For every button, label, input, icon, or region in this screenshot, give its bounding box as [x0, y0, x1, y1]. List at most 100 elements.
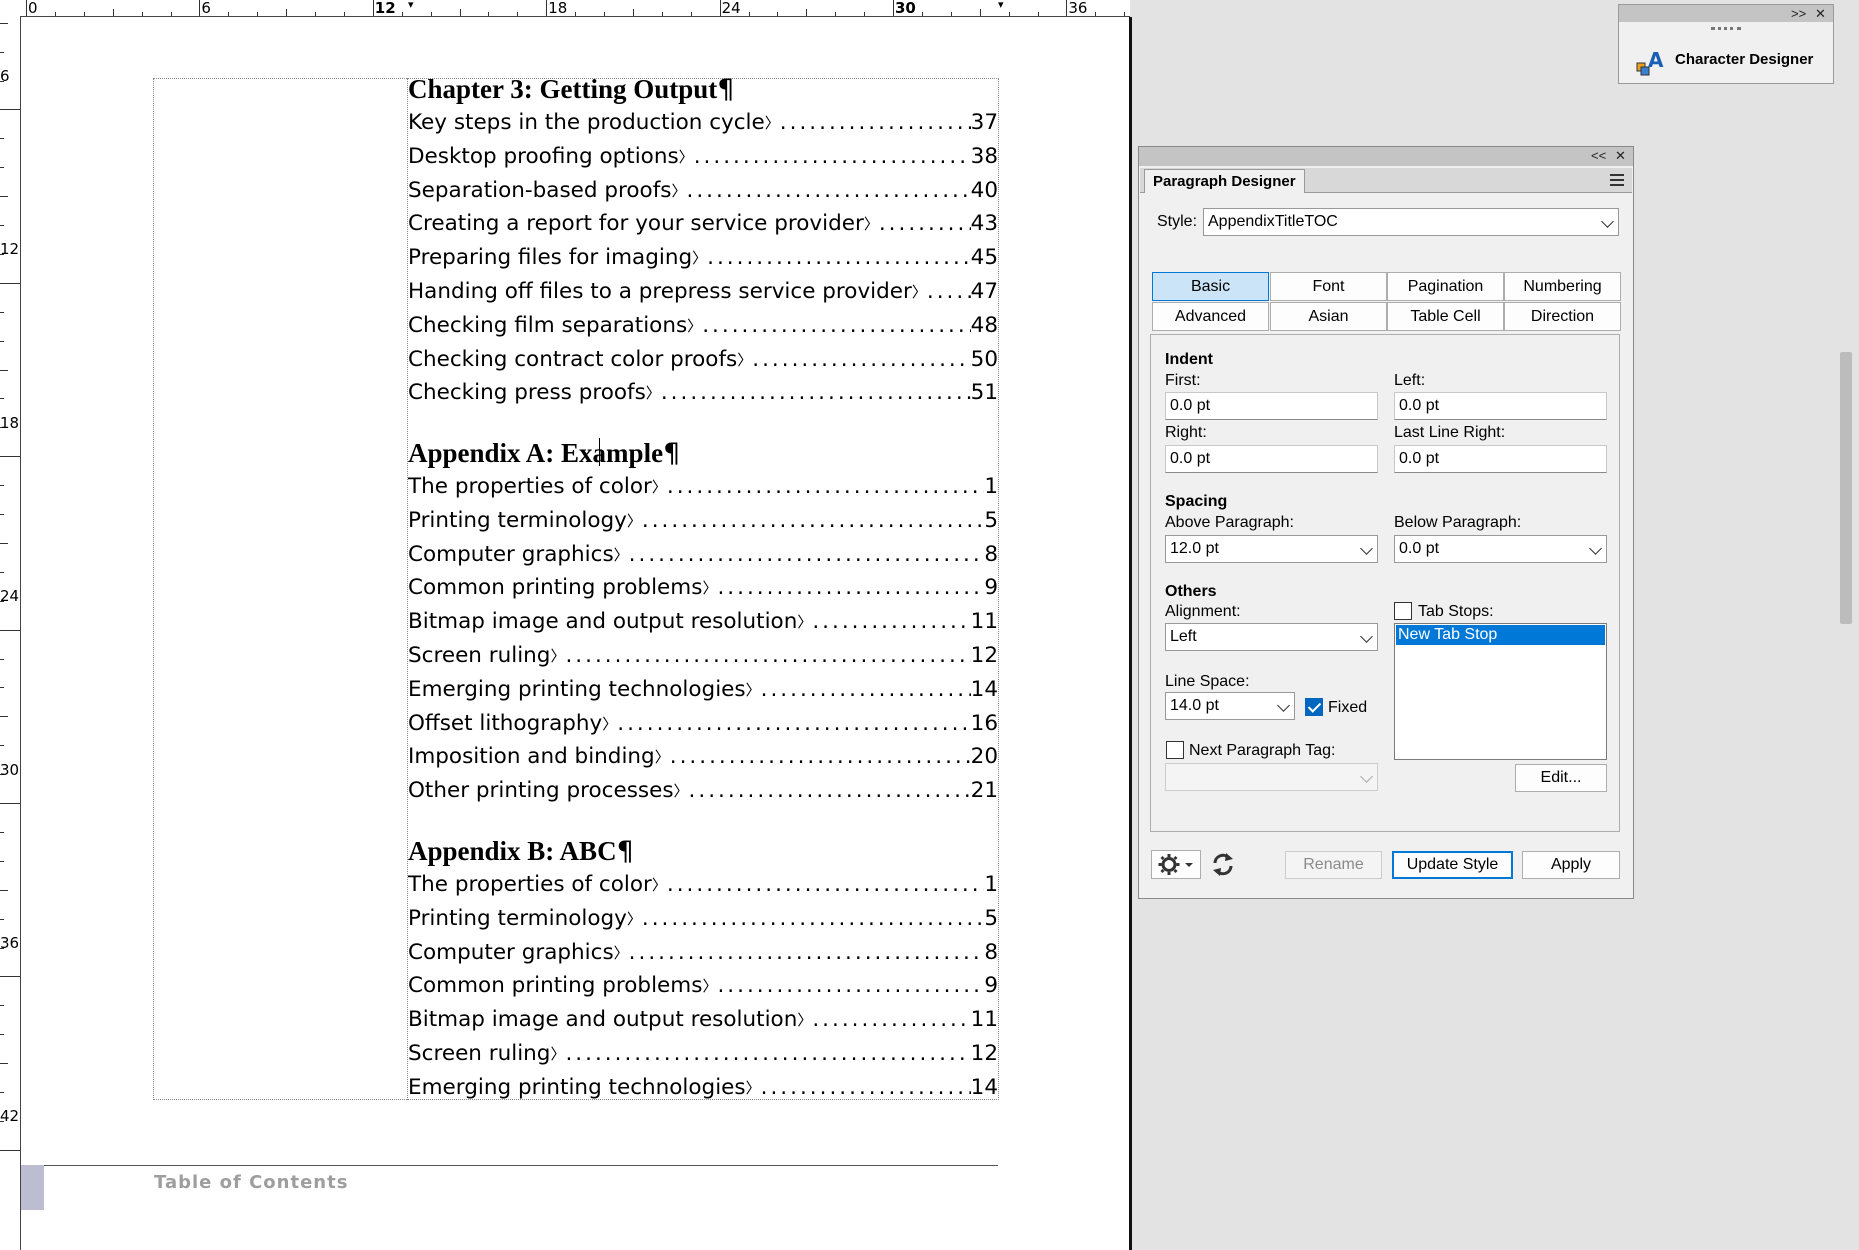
toc-entry[interactable]: Imposition and binding〉 20	[408, 738, 998, 772]
rename-button[interactable]: Rename	[1285, 851, 1382, 879]
toc-entry[interactable]: Separation-based proofs〉 40	[408, 172, 998, 206]
options-button[interactable]	[1151, 850, 1201, 879]
tab-stops-checkbox[interactable]	[1394, 602, 1412, 620]
line-space-value: 14.0 pt	[1170, 697, 1219, 714]
below-paragraph-dropdown[interactable]: 0.0 pt	[1394, 535, 1607, 563]
tab-stops-list[interactable]: New Tab Stop	[1394, 623, 1607, 760]
collapse-icon[interactable]: <<	[1591, 147, 1606, 164]
panel-menu-icon[interactable]	[1610, 174, 1624, 186]
tab-mark: 〉	[702, 579, 718, 598]
tab-mark: 〉	[613, 943, 629, 962]
toc-entry[interactable]: Printing terminology〉 5	[408, 502, 998, 536]
toc-entry[interactable]: Bitmap image and output resolution〉 11	[408, 1001, 998, 1035]
ruler-tick	[286, 9, 288, 16]
first-indent-input[interactable]: 0.0 pt	[1165, 392, 1378, 420]
apply-button[interactable]: Apply	[1522, 851, 1620, 879]
tab-table-cell[interactable]: Table Cell	[1387, 302, 1504, 331]
toc-entry[interactable]: Checking press proofs〉 51	[408, 374, 998, 408]
toc-entry[interactable]: Checking film separations〉 48	[408, 307, 998, 341]
horizontal-ruler[interactable]: 0 6 12 18 24 30 36 ▾ ▾	[0, 0, 1130, 17]
tab-mark: 〉	[654, 748, 670, 767]
edit-tab-stops-button[interactable]: Edit...	[1515, 764, 1607, 792]
toc-page-number: 37	[970, 110, 998, 135]
dot-leader	[670, 742, 971, 772]
toc-heading[interactable]: Appendix B: ABC¶	[408, 836, 634, 867]
tab-basic[interactable]: Basic	[1152, 272, 1269, 301]
tab-direction[interactable]: Direction	[1504, 302, 1621, 331]
last-line-right-input[interactable]: 0.0 pt	[1394, 445, 1607, 473]
tab-font[interactable]: Font	[1270, 272, 1387, 301]
paragraph-designer-tab[interactable]: Paragraph Designer	[1144, 169, 1305, 193]
character-designer-titlebar[interactable]: >> ✕	[1619, 5, 1833, 22]
style-dropdown[interactable]: AppendixTitleTOC	[1203, 208, 1619, 236]
character-designer-panel[interactable]: >> ✕ A Character Designer	[1618, 4, 1834, 84]
toc-page-number: 21	[970, 778, 998, 804]
ruler-tick	[748, 12, 750, 16]
toc-entry[interactable]: Handing off files to a prepress service …	[408, 273, 998, 307]
toc-entry[interactable]: Printing terminology〉 5	[408, 900, 998, 934]
ruler-tick	[979, 9, 981, 16]
footer-text: Table of Contents	[154, 1172, 349, 1193]
toc-page-number: 43	[970, 211, 998, 237]
toc-heading[interactable]: Chapter 3: Getting Output¶	[408, 74, 734, 105]
left-indent-input[interactable]: 0.0 pt	[1394, 392, 1607, 420]
next-paragraph-tag-checkbox[interactable]	[1166, 741, 1184, 759]
toc-entry[interactable]: The properties of color〉 1	[408, 468, 998, 502]
tab-mark: 〉	[613, 545, 629, 564]
tab-numbering[interactable]: Numbering	[1504, 272, 1621, 301]
alignment-dropdown[interactable]: Left	[1165, 623, 1378, 651]
close-icon[interactable]: ✕	[1615, 147, 1626, 164]
toc-entry[interactable]: Computer graphics〉 8	[408, 536, 998, 570]
tab-asian[interactable]: Asian	[1270, 302, 1387, 331]
expand-icon[interactable]: >>	[1791, 5, 1806, 22]
toc-entry[interactable]: Emerging printing technologies〉 14	[408, 1069, 998, 1103]
toc-entry[interactable]: Computer graphics〉 8	[408, 934, 998, 968]
spacing-heading: Spacing	[1165, 493, 1228, 510]
scrollbar-thumb[interactable]	[1840, 352, 1852, 624]
tab-pagination[interactable]: Pagination	[1387, 272, 1504, 301]
ruler-tick	[719, 0, 721, 16]
svg-text:A: A	[1648, 48, 1664, 72]
toc-entry[interactable]: Offset lithography〉 16	[408, 705, 998, 739]
ruler-tick	[0, 1092, 4, 1093]
toc-entry[interactable]: Screen ruling〉 12	[408, 637, 998, 671]
toc-entry[interactable]: The properties of color〉 1	[408, 866, 998, 900]
toc-entry[interactable]: Other printing processes〉 21	[408, 772, 998, 806]
above-paragraph-dropdown[interactable]: 12.0 pt	[1165, 535, 1378, 563]
toc-heading[interactable]: Appendix A: Example¶	[408, 438, 680, 469]
toc-entry[interactable]: Preparing files for imaging〉 45	[408, 239, 998, 273]
toc-entry[interactable]: Common printing problems〉 9	[408, 967, 998, 1001]
fixed-checkbox[interactable]	[1305, 698, 1323, 716]
toc-entry[interactable]: Desktop proofing options〉 38	[408, 138, 998, 172]
dot-leader	[565, 1039, 970, 1069]
paragraph-designer-titlebar[interactable]: << ✕	[1139, 147, 1633, 166]
tab-stop-item[interactable]: New Tab Stop	[1396, 625, 1605, 645]
update-style-button[interactable]: Update Style	[1392, 851, 1513, 879]
refresh-button[interactable]	[1208, 850, 1238, 879]
ruler-tick	[893, 0, 894, 16]
tab-marker-icon[interactable]: ▾	[998, 0, 1004, 11]
toc-entry-title: Creating a report for your service provi…	[408, 211, 864, 237]
tab-marker-icon[interactable]: ▾	[408, 0, 414, 11]
toc-entry[interactable]: Bitmap image and output resolution〉 11	[408, 603, 998, 637]
character-designer-icon[interactable]: A	[1635, 47, 1665, 77]
right-indent-input[interactable]: 0.0 pt	[1165, 445, 1378, 473]
line-space-dropdown[interactable]: 14.0 pt	[1165, 692, 1295, 720]
vertical-ruler[interactable]: 6 12 18 24 30 36 42	[0, 16, 21, 1250]
dot-leader	[812, 607, 970, 637]
toc-entry[interactable]: Creating a report for your service provi…	[408, 205, 998, 239]
toc-entry[interactable]: Screen ruling〉 12	[408, 1035, 998, 1069]
toc-page-number: 5	[984, 507, 998, 533]
character-designer-label[interactable]: Character Designer	[1675, 51, 1813, 68]
toc-entry[interactable]: Key steps in the production cycle〉 37	[408, 104, 998, 138]
grip-icon[interactable]	[1711, 27, 1741, 35]
toc-entry[interactable]: Checking contract color proofs〉 50	[408, 341, 998, 375]
next-paragraph-tag-dropdown[interactable]	[1165, 763, 1378, 791]
toc-entry[interactable]: Emerging printing technologies〉 14	[408, 671, 998, 705]
toc-entry[interactable]: Common printing problems〉 9	[408, 569, 998, 603]
toc-entry-title: Separation-based proofs	[408, 177, 672, 203]
tab-advanced[interactable]: Advanced	[1152, 302, 1269, 331]
close-icon[interactable]: ✕	[1815, 5, 1826, 22]
dot-leader	[629, 540, 985, 570]
ruler-tick	[0, 398, 4, 400]
